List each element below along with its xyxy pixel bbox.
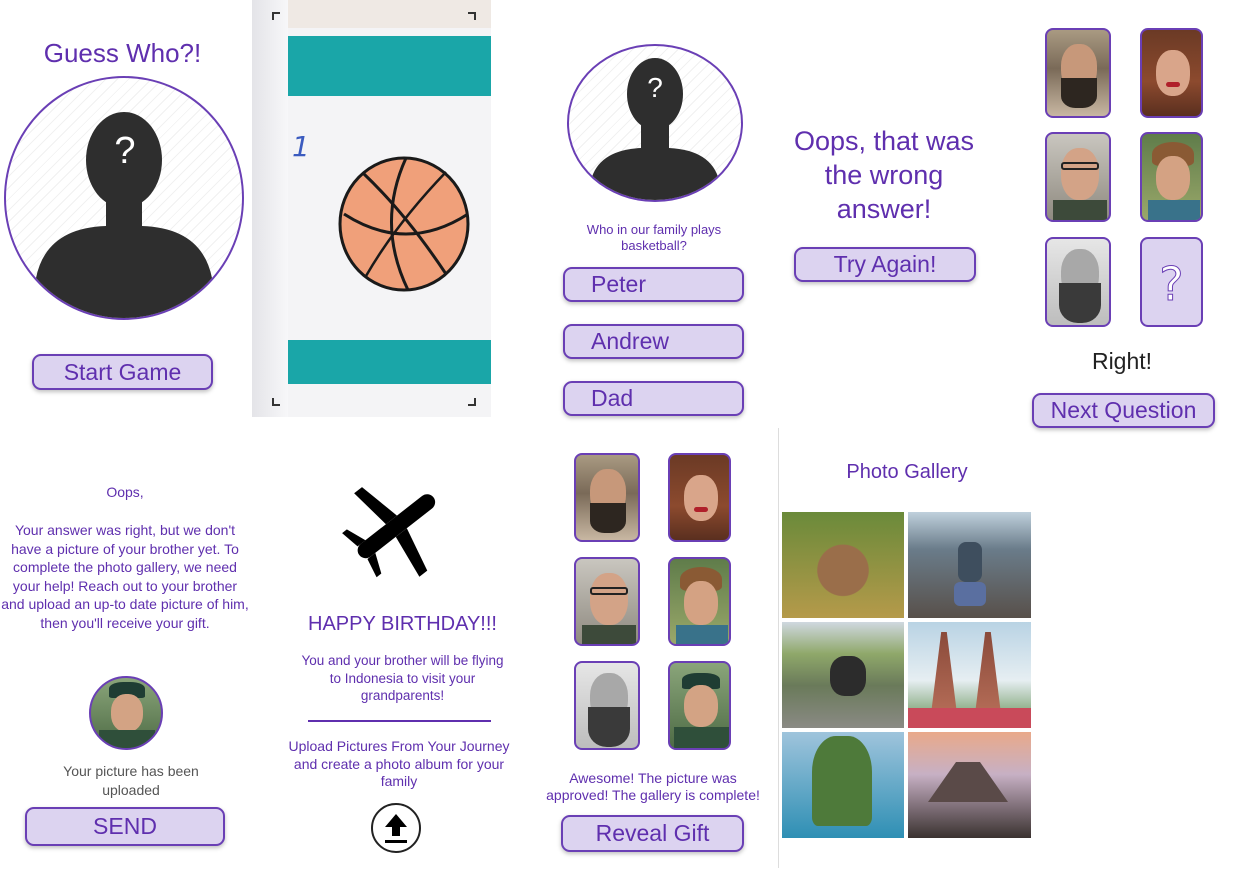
basketball-icon xyxy=(338,156,470,292)
try-again-label: Try Again! xyxy=(833,251,937,277)
person-silhouette-icon xyxy=(591,58,719,200)
portrait-tile-bearded-man[interactable] xyxy=(1045,28,1111,118)
question-mark-icon: ? xyxy=(647,72,663,103)
upload-icon xyxy=(385,814,407,843)
answer-option-andrew[interactable]: Andrew xyxy=(563,324,744,359)
gallery-photo-temple[interactable] xyxy=(908,622,1031,728)
gallery-photo-volcano[interactable] xyxy=(908,732,1031,838)
gallery-photo-cliff[interactable] xyxy=(782,732,904,838)
mystery-avatar-small: ? xyxy=(567,44,743,202)
reveal-gift-label: Reveal Gift xyxy=(595,820,710,846)
gallery-divider xyxy=(778,428,779,868)
birthday-title: HAPPY BIRTHDAY!!! xyxy=(308,613,497,635)
answer-option-label: Andrew xyxy=(591,328,669,354)
portrait-tile-smiling-woman[interactable] xyxy=(668,557,731,646)
basketball-card-photo: 1 xyxy=(252,0,491,417)
start-game-button[interactable]: Start Game xyxy=(32,354,213,390)
next-question-button[interactable]: Next Question xyxy=(1032,393,1215,428)
upload-button[interactable] xyxy=(371,803,421,853)
portrait-tile-missing[interactable]: ? xyxy=(1140,237,1203,327)
next-question-label: Next Question xyxy=(1050,397,1197,423)
portrait-tile-man-glasses[interactable] xyxy=(574,557,640,646)
gallery-photo-scooter[interactable] xyxy=(782,622,904,728)
oops-heading: Oops, xyxy=(106,484,144,500)
question-text: Who in our family plays basketball? xyxy=(586,222,722,253)
start-game-label: Start Game xyxy=(63,358,182,385)
portrait-tile-bearded-man[interactable] xyxy=(574,453,640,542)
mystery-avatar: ? xyxy=(4,76,244,320)
try-again-button[interactable]: Try Again! xyxy=(794,247,976,282)
portrait-tile-bald-bearded-man[interactable] xyxy=(574,661,640,750)
page-title: Guess Who?! xyxy=(43,38,202,68)
gallery-photo-street[interactable] xyxy=(908,512,1031,618)
right-result-text: Right! xyxy=(1091,348,1153,374)
question-mark-icon: ? xyxy=(114,130,136,172)
uploaded-avatar xyxy=(89,676,163,750)
answer-option-label: Dad xyxy=(591,385,634,411)
portrait-tile-smiling-woman[interactable] xyxy=(1140,132,1203,222)
portrait-tile-man-glasses[interactable] xyxy=(1045,132,1111,222)
gallery-photo-monkey[interactable] xyxy=(782,512,904,618)
answer-option-label: Peter xyxy=(591,271,646,297)
gallery-complete-message: Awesome! The picture was approved! The g… xyxy=(546,770,760,803)
send-button[interactable]: SEND xyxy=(25,807,225,846)
answer-option-dad[interactable]: Dad xyxy=(563,381,744,416)
missing-picture-message: Your answer was right, but we don't have… xyxy=(1,522,249,631)
portrait-tile-woman-red-lips[interactable] xyxy=(668,453,731,542)
upload-status: Your picture has been uploaded xyxy=(63,763,199,798)
portrait-tile-bald-bearded-man[interactable] xyxy=(1045,237,1111,327)
upload-prompt: Upload Pictures From Your Journey and cr… xyxy=(288,738,510,789)
answer-option-peter[interactable]: Peter xyxy=(563,267,744,302)
send-label: SEND xyxy=(93,813,157,839)
portrait-tile-woman-red-lips[interactable] xyxy=(1140,28,1203,118)
question-mark-icon: ? xyxy=(1159,257,1184,312)
portrait-tile-brother[interactable] xyxy=(668,661,731,750)
airplane-icon xyxy=(342,487,436,578)
person-silhouette-icon xyxy=(36,112,212,318)
divider xyxy=(308,720,491,722)
gallery-title: Photo Gallery xyxy=(846,461,968,483)
birthday-message: You and your brother will be flying to I… xyxy=(301,653,504,703)
wrong-answer-message: Oops, that was the wrong answer! xyxy=(793,126,975,224)
card-number: 1 xyxy=(292,130,310,163)
reveal-gift-button[interactable]: Reveal Gift xyxy=(561,815,744,852)
